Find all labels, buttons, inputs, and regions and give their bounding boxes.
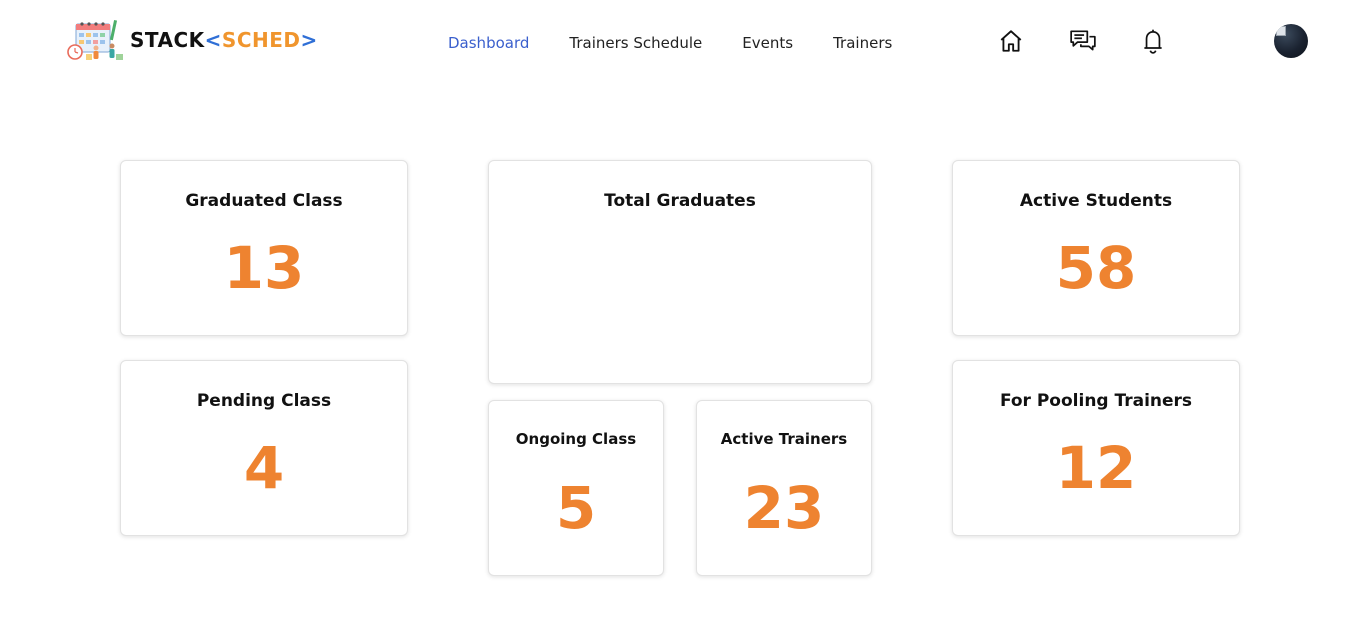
main-nav: Dashboard Trainers Schedule Events Train… — [448, 31, 932, 55]
brand-open-bracket: < — [204, 28, 222, 52]
brand-wordmark: STACK<SCHED> — [130, 30, 318, 50]
active-trainers-card: Active Trainers 23 — [696, 400, 872, 576]
graduated-class-card: Graduated Class 13 — [120, 160, 408, 336]
brand-close-bracket: > — [300, 28, 318, 52]
for-pooling-trainers-card: For Pooling Trainers 12 — [952, 360, 1240, 536]
chat-icon — [1070, 30, 1096, 51]
card-title: Pending Class — [196, 391, 332, 411]
brand-logo[interactable]: STACK<SCHED> — [66, 18, 330, 62]
broken-image-icon — [1276, 26, 1286, 36]
card-value: 5 — [555, 474, 597, 542]
user-avatar[interactable] — [1274, 24, 1308, 58]
bell-icon — [1144, 29, 1162, 54]
card-title: Total Graduates — [604, 191, 756, 211]
nav-dashboard[interactable]: Dashboard — [448, 34, 529, 52]
pending-class-card: Pending Class 4 — [120, 360, 408, 536]
brand-sched-text: SCHED — [221, 28, 301, 52]
card-value: 13 — [223, 234, 305, 302]
card-title: Ongoing Class — [515, 430, 637, 448]
card-title: Active Trainers — [720, 430, 848, 448]
total-graduates-card: Total Graduates — [488, 160, 872, 384]
nav-trainers[interactable]: Trainers — [833, 34, 892, 52]
messages-button[interactable] — [1068, 26, 1098, 56]
home-button[interactable] — [996, 26, 1026, 56]
calendar-illustration-icon — [67, 20, 123, 60]
card-value: 4 — [243, 434, 285, 502]
card-title: Active Students — [1019, 191, 1173, 211]
brand-stack-text: STACK — [130, 28, 205, 52]
home-icon — [1000, 30, 1022, 52]
card-title: For Pooling Trainers — [999, 391, 1193, 411]
top-navbar: STACK<SCHED> Dashboard Trainers Schedule… — [0, 0, 1366, 84]
card-value: 23 — [743, 474, 825, 542]
active-students-card: Active Students 58 — [952, 160, 1240, 336]
nav-events[interactable]: Events — [742, 34, 793, 52]
card-value: 12 — [1055, 434, 1137, 502]
card-value: 58 — [1055, 234, 1137, 302]
notifications-button[interactable] — [1138, 26, 1168, 56]
ongoing-class-card: Ongoing Class 5 — [488, 400, 664, 576]
nav-trainers-schedule[interactable]: Trainers Schedule — [569, 34, 702, 52]
card-title: Graduated Class — [185, 191, 343, 211]
